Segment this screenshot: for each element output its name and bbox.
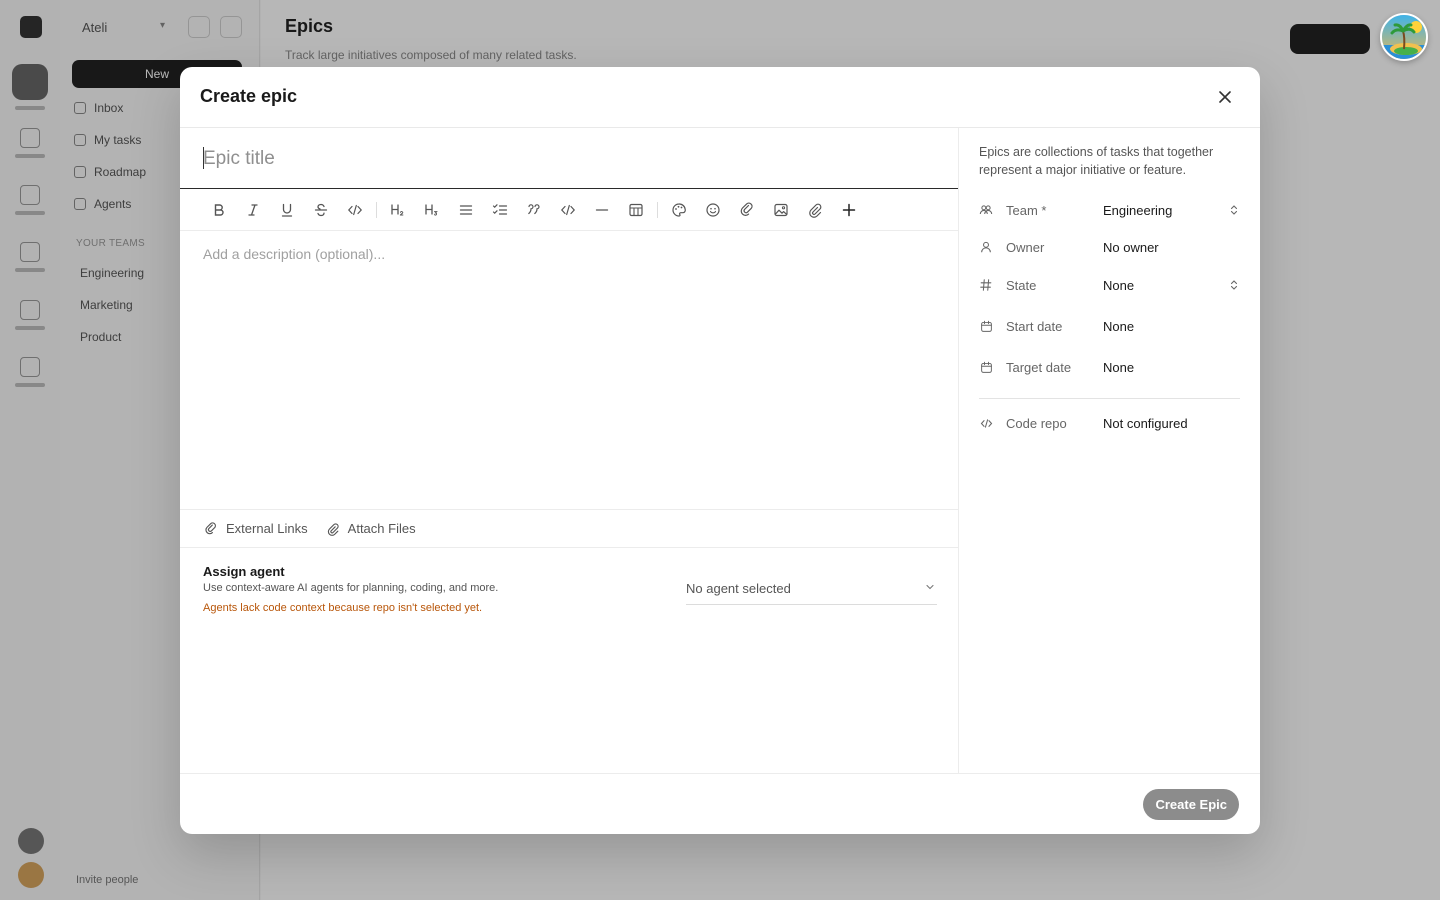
emoji-button[interactable] bbox=[696, 196, 730, 224]
close-button[interactable] bbox=[1216, 88, 1234, 106]
modal-body: External Links Attach Files Assign agent… bbox=[180, 128, 1260, 773]
chevron-down-icon bbox=[926, 584, 934, 590]
external-links-label: External Links bbox=[226, 521, 308, 536]
start-date-property: Start date None bbox=[979, 314, 1241, 338]
hash-icon bbox=[979, 278, 993, 292]
link-icon bbox=[740, 202, 753, 216]
owner-property: Owner No owner bbox=[979, 235, 1241, 259]
italic-icon bbox=[248, 203, 258, 216]
assign-agent-section: Assign agent Use context-aware AI agents… bbox=[180, 548, 958, 638]
heading-2-button[interactable] bbox=[381, 196, 415, 224]
owner-select[interactable]: No owner bbox=[1103, 240, 1159, 255]
start-date-label: Start date bbox=[1006, 318, 1063, 334]
calendar-icon bbox=[979, 319, 993, 333]
bold-button[interactable] bbox=[202, 196, 236, 224]
target-date-picker[interactable]: None bbox=[1103, 360, 1134, 375]
properties-panel: Epics are collections of tasks that toge… bbox=[960, 128, 1260, 773]
state-label: State bbox=[1006, 277, 1037, 293]
start-date-picker[interactable]: None bbox=[1103, 319, 1134, 334]
close-icon bbox=[1219, 91, 1231, 103]
table-button[interactable] bbox=[619, 196, 653, 224]
chevron-up-down-icon[interactable] bbox=[1229, 204, 1239, 216]
attach-files-label: Attach Files bbox=[347, 521, 416, 536]
inline-code-button[interactable] bbox=[338, 196, 372, 224]
link-button[interactable] bbox=[730, 196, 764, 224]
code-block-button[interactable] bbox=[551, 196, 585, 224]
create-epic-button[interactable]: Create Epic bbox=[1143, 789, 1239, 820]
code-repo-value[interactable]: Not configured bbox=[1103, 416, 1188, 431]
external-links-button[interactable]: External Links bbox=[204, 521, 308, 536]
link-icon bbox=[205, 521, 216, 534]
bullet-list-button[interactable] bbox=[449, 196, 483, 224]
team-label: Team * bbox=[1006, 202, 1047, 218]
strikethrough-button[interactable] bbox=[304, 196, 338, 224]
checklist-icon bbox=[492, 203, 508, 215]
underline-button[interactable] bbox=[270, 196, 304, 224]
assign-agent-description: Use context-aware AI agents for planning… bbox=[203, 582, 499, 594]
palette-icon bbox=[672, 202, 686, 217]
title-row bbox=[180, 128, 958, 189]
assign-agent-title: Assign agent bbox=[203, 564, 285, 579]
modal-title: Create epic bbox=[200, 86, 298, 106]
epic-title-input[interactable] bbox=[203, 144, 923, 174]
state-select[interactable]: None bbox=[1103, 278, 1134, 293]
code-block-icon bbox=[560, 204, 576, 215]
team-property: Team * Engineering bbox=[979, 198, 1241, 222]
description-area bbox=[180, 231, 958, 509]
code-repo-label: Code repo bbox=[1006, 415, 1067, 431]
paperclip-icon bbox=[327, 522, 339, 536]
task-list-button[interactable] bbox=[483, 196, 517, 224]
text-color-button[interactable] bbox=[662, 196, 696, 224]
text-caret bbox=[203, 147, 204, 169]
image-button[interactable] bbox=[764, 196, 798, 224]
create-epic-modal: Create epic Epic title Add a description… bbox=[180, 67, 1260, 834]
bold-icon bbox=[214, 203, 224, 216]
heading-2-icon bbox=[391, 203, 404, 215]
team-select[interactable]: Engineering bbox=[1103, 203, 1172, 218]
chevron-up-down-icon[interactable] bbox=[1229, 279, 1239, 291]
horizontal-rule-button[interactable] bbox=[585, 196, 619, 224]
plus-icon bbox=[842, 203, 856, 216]
underline-icon bbox=[281, 203, 293, 217]
code-icon bbox=[979, 416, 993, 430]
editor-column: External Links Attach Files Assign agent… bbox=[180, 128, 959, 773]
list-icon bbox=[459, 204, 473, 215]
heading-3-button[interactable] bbox=[415, 196, 449, 224]
modal-footer: Create Epic bbox=[180, 773, 1260, 834]
image-icon bbox=[774, 203, 788, 216]
epic-help-text: Epics are collections of tasks that toge… bbox=[979, 145, 1214, 177]
description-input[interactable] bbox=[203, 246, 933, 496]
calendar-icon bbox=[979, 360, 993, 374]
table-icon bbox=[629, 203, 643, 216]
agent-warning: Agents lack code context because repo is… bbox=[203, 602, 483, 614]
user-icon bbox=[979, 240, 993, 254]
code-repo-property: Code repo Not configured bbox=[979, 411, 1241, 435]
code-icon bbox=[347, 204, 363, 215]
attach-files-button[interactable]: Attach Files bbox=[326, 521, 416, 536]
minus-icon bbox=[595, 208, 609, 211]
attachments-bar: External Links Attach Files bbox=[180, 509, 958, 548]
attachment-button[interactable] bbox=[798, 196, 832, 224]
italic-button[interactable] bbox=[236, 196, 270, 224]
target-date-property: Target date None bbox=[979, 355, 1241, 379]
strikethrough-icon bbox=[314, 203, 328, 216]
quote-button[interactable] bbox=[517, 196, 551, 224]
formatting-toolbar bbox=[180, 189, 958, 231]
heading-3-icon bbox=[425, 203, 438, 216]
team-icon bbox=[979, 203, 993, 217]
quote-icon bbox=[528, 203, 540, 214]
agent-select[interactable]: No agent selected bbox=[686, 576, 937, 605]
properties-divider bbox=[979, 398, 1240, 399]
modal-header: Create epic bbox=[180, 67, 1260, 128]
target-date-label: Target date bbox=[1006, 359, 1072, 375]
smiley-icon bbox=[706, 202, 720, 217]
profile-avatar[interactable] bbox=[1380, 13, 1428, 61]
owner-label: Owner bbox=[1006, 239, 1045, 255]
more-button[interactable] bbox=[832, 196, 866, 224]
paperclip-icon bbox=[809, 203, 822, 218]
agent-select-value: No agent selected bbox=[686, 581, 791, 596]
state-property: State None bbox=[979, 273, 1241, 297]
